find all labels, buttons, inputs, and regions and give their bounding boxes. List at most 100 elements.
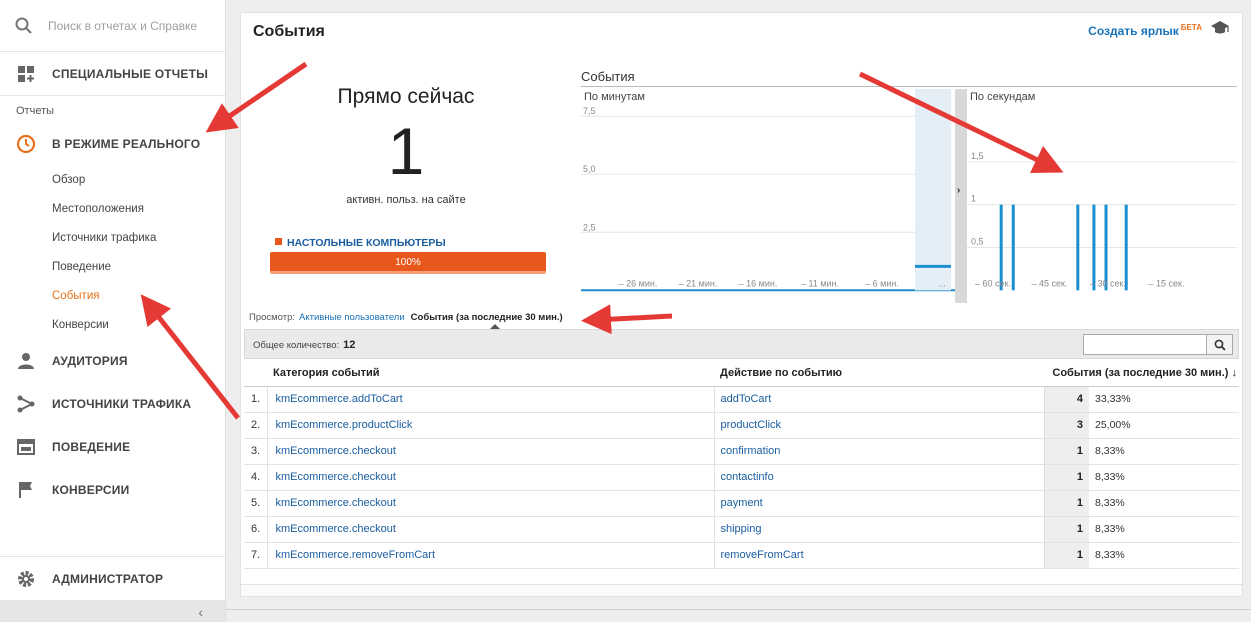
table-row: 1. kmEcommerce.addToCart addToCart 4 33,… [244,386,1239,413]
x-tick-label: – 15 сек. [1149,278,1185,288]
sidebar-item-locations[interactable]: Местоположения [0,194,225,223]
nav-admin-label: АДМИНИСТРАТОР [52,571,164,586]
nav-realtime[interactable]: В РЕЖИМЕ РЕАЛЬНОГО [0,122,225,165]
traffic-source-icon [0,395,52,413]
nav-audience[interactable]: АУДИТОРИЯ [0,339,225,382]
event-category-link[interactable]: kmEcommerce.productClick [267,412,715,439]
sort-desc-icon[interactable]: ↓ [1232,367,1238,379]
x-tick-label: – 45 сек. [1032,278,1068,288]
per-minute-chart-svg: 7,5 5,0 2,5 – 26 мин. – 21 мин. – 16 мин. – 11… [581,89,955,292]
nav-behavior[interactable]: ПОВЕДЕНИЕ [0,425,225,468]
event-count: 1 [1043,490,1089,517]
device-legend: НАСТОЛЬНЫЕ КОМПЬЮТЕРЫ [275,237,446,249]
event-count: 4 [1043,386,1089,413]
nav-custom-reports-label: СПЕЦИАЛЬНЫЕ ОТЧЕТЫ [52,66,209,81]
nav-custom-reports[interactable]: СПЕЦИАЛЬНЫЕ ОТЧЕТЫ [0,52,225,96]
event-count: 1 [1043,542,1089,569]
sidebar-collapse[interactable]: ‹ [0,600,225,622]
device-share-bar: 100% [270,252,546,273]
y-tick-label: 1 [971,194,976,204]
per-minute-label: По минутам [584,91,645,103]
table-search[interactable] [1083,334,1233,355]
nav-acquisition-label: ИСТОЧНИКИ ТРАФИКА [52,396,192,411]
active-users-label: активн. польз. на сайте [346,194,466,206]
event-action-link[interactable]: confirmation [714,438,1044,465]
nav-acquisition[interactable]: ИСТОЧНИКИ ТРАФИКА [0,382,225,425]
event-percent: 8,33% [1089,516,1239,543]
gear-icon [0,569,52,589]
event-action-link[interactable]: removeFromCart [714,542,1044,569]
event-action-link[interactable]: productClick [714,412,1044,439]
create-shortcut-label[interactable]: Создать ярлык [1088,24,1179,38]
event-percent: 25,00% [1089,412,1239,439]
main-panel-footer [240,585,1243,597]
chevron-left-icon[interactable]: ‹ [198,604,203,620]
event-action-link[interactable]: contactinfo [714,464,1044,491]
per-second-chart: 1,5 1 0,5 – 60 сек. – 45 сек. – 30 сек. – 15 с… [967,89,1237,303]
total-label-text: Общее количество: [253,340,340,351]
row-number: 6. [244,516,268,543]
sidebar-item-traffic-sources[interactable]: Источники трафика [0,223,225,252]
nav-admin[interactable]: АДМИНИСТРАТОР [0,556,225,600]
device-share-pct: 100% [395,257,421,268]
event-percent: 8,33% [1089,464,1239,491]
event-category-link[interactable]: kmEcommerce.checkout [267,464,715,491]
per-second-label: По секундам [970,91,1036,103]
x-tick-label: – 6 мин. [865,278,899,288]
view-active-users-link[interactable]: Активные пользователи [299,312,405,323]
event-count: 3 [1043,412,1089,439]
sidebar-item-events[interactable]: События [0,281,225,310]
event-percent: 8,33% [1089,490,1239,517]
bar [1076,204,1080,291]
active-users-count: 1 [387,114,425,188]
view-events-current[interactable]: События (за последние 30 мин.) [411,312,563,323]
event-category-link[interactable]: kmEcommerce.removeFromCart [267,542,715,569]
event-category-link[interactable]: kmEcommerce.checkout [267,516,715,543]
nav-realtime-label: В РЕЖИМЕ РЕАЛЬНОГО [52,136,201,151]
table-row: 7. kmEcommerce.removeFromCart removeFrom… [244,542,1239,569]
table-row: 5. kmEcommerce.checkout payment 1 8,33% [244,490,1239,517]
graduation-cap-icon[interactable] [1210,20,1230,39]
events-chart-title: События [581,69,635,84]
search-input[interactable]: Поиск в отчетах и Справке [48,19,197,33]
event-count: 1 [1043,438,1089,465]
event-category-link[interactable]: kmEcommerce.addToCart [267,386,715,413]
search-icon[interactable] [0,17,48,35]
row-number: 2. [244,412,268,439]
window-icon [0,438,52,455]
event-action-link[interactable]: payment [714,490,1044,517]
event-action-link[interactable]: addToCart [714,386,1044,413]
create-shortcut-link[interactable]: Создать ярлык БЕТА [1088,23,1202,38]
person-icon [0,352,52,370]
chevron-right-icon[interactable]: › [957,185,960,196]
total-label: Общее количество: 12 [253,339,355,351]
nav-conversions[interactable]: КОНВЕРСИИ [0,468,225,511]
current-minute-highlight [915,89,951,291]
event-action-link[interactable]: shipping [714,516,1044,543]
col-event-category[interactable]: Категория событий [244,360,714,387]
event-category-link[interactable]: kmEcommerce.checkout [267,490,715,517]
per-second-chart-svg: 1,5 1 0,5 – 60 сек. – 45 сек. – 30 сек. – 15 с… [967,151,1237,291]
page-divider [226,609,1251,610]
device-share-bar-base [270,271,546,274]
expand-seconds-toggle[interactable]: › [955,89,967,303]
col-event-action[interactable]: Действие по событию [714,360,1044,387]
sidebar-search[interactable]: Поиск в отчетах и Справке [0,0,225,52]
sidebar-item-overview[interactable]: Обзор [0,165,225,194]
reports-section-title: Отчеты [16,105,55,117]
y-tick-label: 5,0 [583,164,596,174]
table-row: 2. kmEcommerce.productClick productClick… [244,412,1239,439]
event-category-link[interactable]: kmEcommerce.checkout [267,438,715,465]
col-events-30min-label[interactable]: События (за последние 30 мин.) [1052,367,1228,379]
row-number: 5. [244,490,268,517]
device-label: НАСТОЛЬНЫЕ КОМПЬЮТЕРЫ [287,237,446,249]
table-header-row: Категория событий Действие по событию Со… [244,360,1239,387]
table-search-input[interactable] [1083,334,1207,355]
total-row: Общее количество: 12 [244,329,1239,359]
sidebar-item-conversions[interactable]: Конверсии [0,310,225,339]
sidebar-item-behavior[interactable]: Поведение [0,252,225,281]
table-search-button[interactable] [1207,334,1233,355]
row-number: 3. [244,438,268,465]
col-events-30min[interactable]: События (за последние 30 мин.) ↓ [1044,360,1239,387]
view-switcher: Просмотр: Активные пользователи События (з… [249,312,563,323]
